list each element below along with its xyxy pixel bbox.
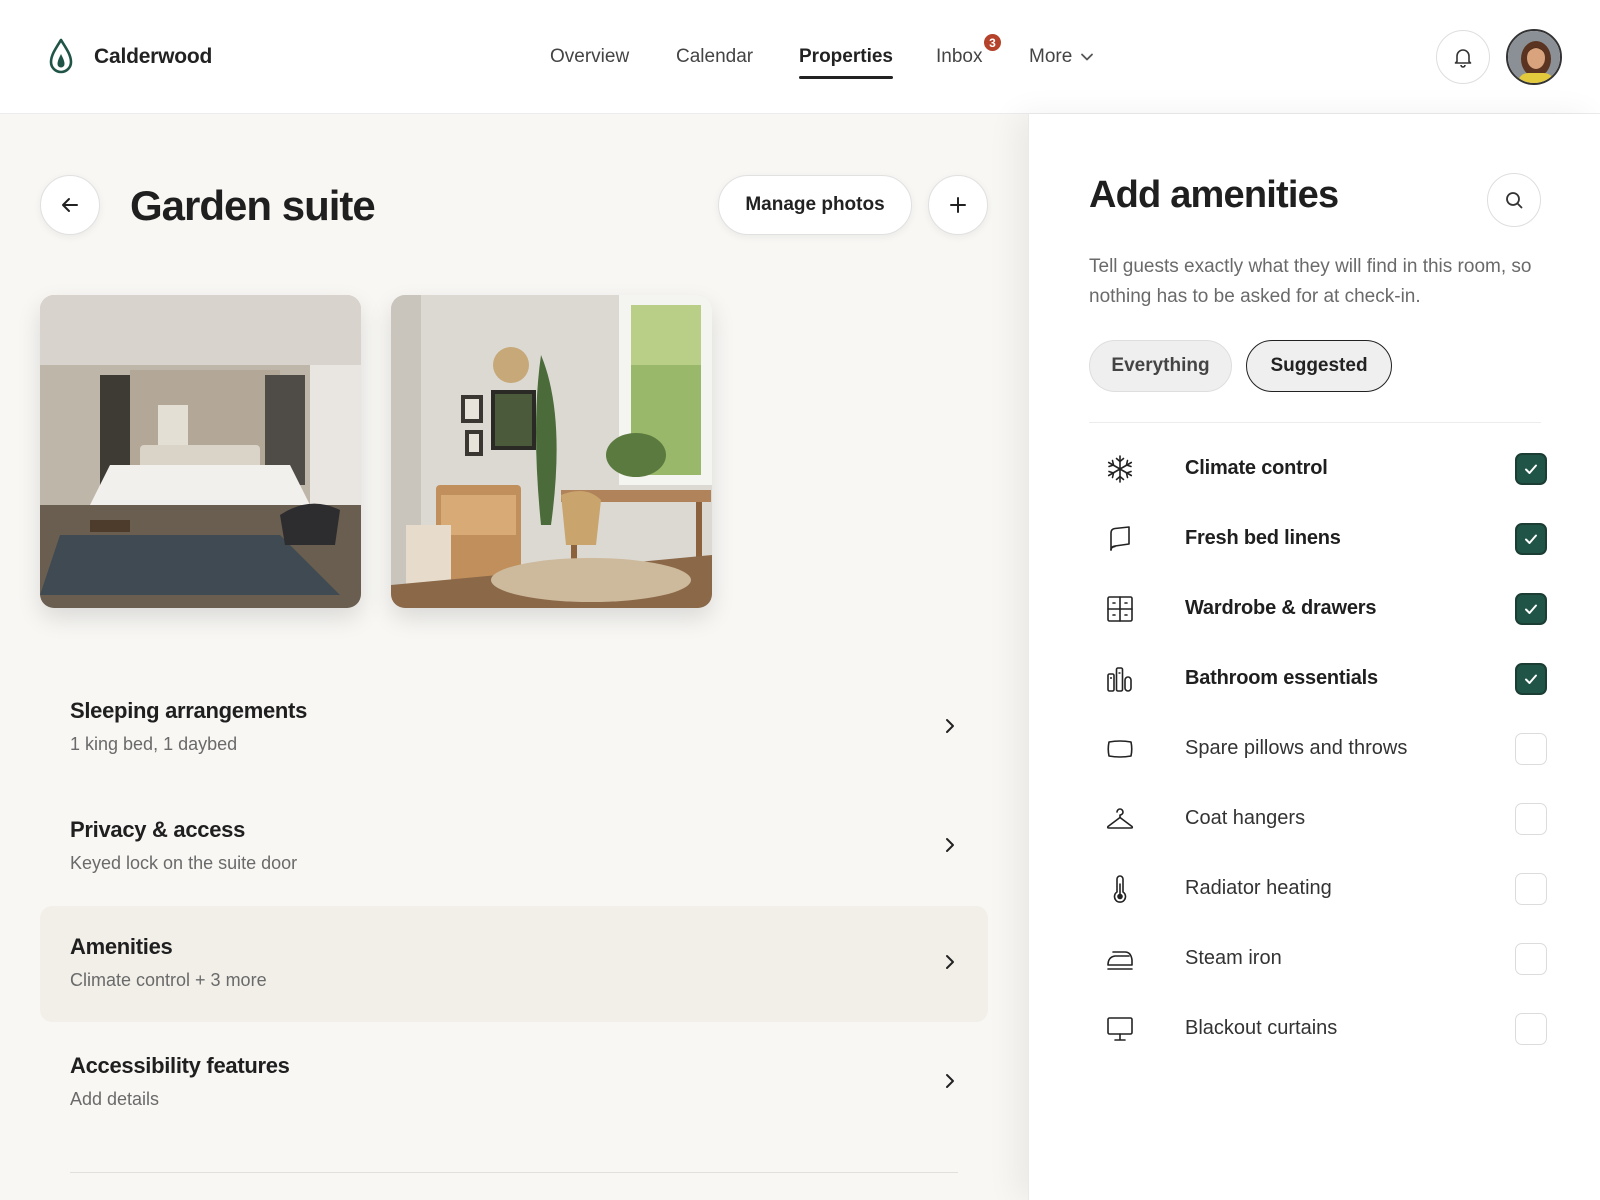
- amenity-coat-hangers[interactable]: Coat hangers: [1089, 789, 1547, 849]
- amenity-climate-control[interactable]: Climate control: [1089, 439, 1547, 499]
- nav-properties[interactable]: Properties: [799, 46, 893, 79]
- chevron-right-icon: [946, 838, 954, 852]
- plus-icon: [950, 197, 966, 213]
- amenity-label: Climate control: [1185, 457, 1328, 479]
- toiletries-icon: [1107, 667, 1132, 692]
- amenity-label: Wardrobe & drawers: [1185, 597, 1377, 619]
- amenity-radiator-heating[interactable]: Radiator heating: [1089, 859, 1547, 919]
- section-title: Sleeping arrangements: [70, 698, 308, 723]
- add-amenities-panel: Add amenities Tell guests exactly what t…: [1028, 114, 1600, 1200]
- monitor-icon: [1107, 1017, 1133, 1041]
- amenity-blackout-curtains[interactable]: Blackout curtains: [1089, 999, 1547, 1059]
- notifications-button[interactable]: [1436, 30, 1490, 84]
- thermometer-icon: [1113, 875, 1127, 903]
- wardrobe-icon: [1107, 596, 1133, 622]
- amenity-checkbox[interactable]: [1515, 453, 1547, 485]
- nav-inbox[interactable]: Inbox: [936, 46, 982, 68]
- nav-more-label: More: [1029, 46, 1073, 67]
- section-privacy-access[interactable]: Privacy & access Keyed lock on the suite…: [40, 789, 988, 905]
- chevron-down-icon: [1081, 53, 1094, 61]
- user-avatar[interactable]: [1506, 29, 1562, 85]
- amenity-label: Blackout curtains: [1185, 1017, 1338, 1039]
- section-title: Amenities: [70, 934, 173, 959]
- amenity-checkbox[interactable]: [1515, 663, 1547, 695]
- iron-icon: [1107, 951, 1133, 970]
- section-title: Privacy & access: [70, 817, 246, 842]
- amenity-bathroom-essentials[interactable]: Bathroom essentials: [1089, 649, 1547, 709]
- amenity-wardrobe-drawers[interactable]: Wardrobe & drawers: [1089, 579, 1547, 639]
- section-divider: [70, 1172, 958, 1173]
- nav-more[interactable]: More: [1029, 46, 1094, 68]
- panel-title: Add amenities: [1089, 174, 1339, 216]
- section-subtitle: Keyed lock on the suite door: [70, 853, 298, 873]
- section-title: Accessibility features: [70, 1053, 290, 1078]
- amenity-label: Radiator heating: [1185, 877, 1332, 899]
- section-sleeping-arrangements[interactable]: Sleeping arrangements 1 king bed, 1 dayb…: [40, 670, 988, 786]
- amenity-checkbox[interactable]: [1515, 803, 1547, 835]
- section-accessibility-features[interactable]: Accessibility features Add details: [40, 1025, 988, 1141]
- amenity-fresh-bed-linens[interactable]: Fresh bed linens: [1089, 509, 1547, 569]
- arrow-left-icon: [62, 198, 78, 212]
- manage-photos-button[interactable]: Manage photos: [718, 175, 912, 235]
- amenity-checkbox[interactable]: [1515, 523, 1547, 555]
- chevron-right-icon: [946, 1074, 954, 1088]
- pillow-icon: [1107, 740, 1133, 758]
- droplet-logo-icon: [49, 38, 73, 74]
- check-icon: [1525, 604, 1537, 614]
- brand-name: Calderwood: [94, 45, 213, 68]
- amenity-checkbox[interactable]: [1515, 943, 1547, 975]
- amenity-checkbox[interactable]: [1515, 1013, 1547, 1045]
- section-amenities[interactable]: Amenities Climate control + 3 more: [40, 906, 988, 1022]
- amenity-spare-pillows[interactable]: Spare pillows and throws: [1089, 719, 1547, 779]
- filter-suggested[interactable]: Suggested: [1246, 340, 1392, 392]
- amenity-checkbox[interactable]: [1515, 593, 1547, 625]
- amenity-steam-iron[interactable]: Steam iron: [1089, 929, 1547, 989]
- amenity-checkbox[interactable]: [1515, 733, 1547, 765]
- user-avatar-image: [1508, 31, 1560, 83]
- amenity-label: Bathroom essentials: [1185, 667, 1378, 689]
- study-photo-image: [391, 295, 712, 608]
- search-icon: [1506, 192, 1523, 209]
- section-subtitle: Add details: [70, 1089, 160, 1109]
- add-button[interactable]: [928, 175, 988, 235]
- nav-calendar[interactable]: Calendar: [676, 46, 753, 68]
- check-icon: [1525, 534, 1537, 544]
- bedroom-photo-image: [40, 295, 361, 608]
- page-title: Garden suite: [130, 182, 376, 229]
- nav-overview[interactable]: Overview: [550, 46, 629, 68]
- top-header: Calderwood Overview Calendar Properties …: [0, 0, 1600, 114]
- check-icon: [1525, 464, 1537, 474]
- photo-study[interactable]: [391, 295, 712, 608]
- chevron-right-icon: [946, 955, 954, 969]
- photo-bedroom[interactable]: [40, 295, 361, 608]
- amenity-label: Fresh bed linens: [1185, 527, 1341, 549]
- amenity-label: Coat hangers: [1185, 807, 1306, 829]
- back-button[interactable]: [40, 175, 100, 235]
- linens-icon: [1110, 526, 1130, 551]
- filter-everything[interactable]: Everything: [1089, 340, 1232, 392]
- inbox-count-badge: 3: [982, 32, 1003, 53]
- panel-divider: [1089, 422, 1541, 423]
- property-detail-pane: Garden suite Manage photos Sleeping arra…: [0, 114, 1028, 1200]
- brand-logo[interactable]: Calderwood: [48, 38, 212, 76]
- chevron-right-icon: [946, 719, 954, 733]
- section-subtitle: Climate control + 3 more: [70, 970, 267, 990]
- amenity-label: Steam iron: [1185, 947, 1282, 969]
- hanger-icon: [1106, 808, 1134, 829]
- amenity-checkbox[interactable]: [1515, 873, 1547, 905]
- bell-icon: [1454, 49, 1472, 68]
- section-subtitle: 1 king bed, 1 daybed: [70, 734, 238, 754]
- snowflake-icon: [1107, 455, 1133, 483]
- panel-description: Tell guests exactly what they will find …: [1089, 256, 1532, 307]
- search-button[interactable]: [1487, 173, 1541, 227]
- check-icon: [1525, 674, 1537, 684]
- amenity-label: Spare pillows and throws: [1185, 737, 1408, 759]
